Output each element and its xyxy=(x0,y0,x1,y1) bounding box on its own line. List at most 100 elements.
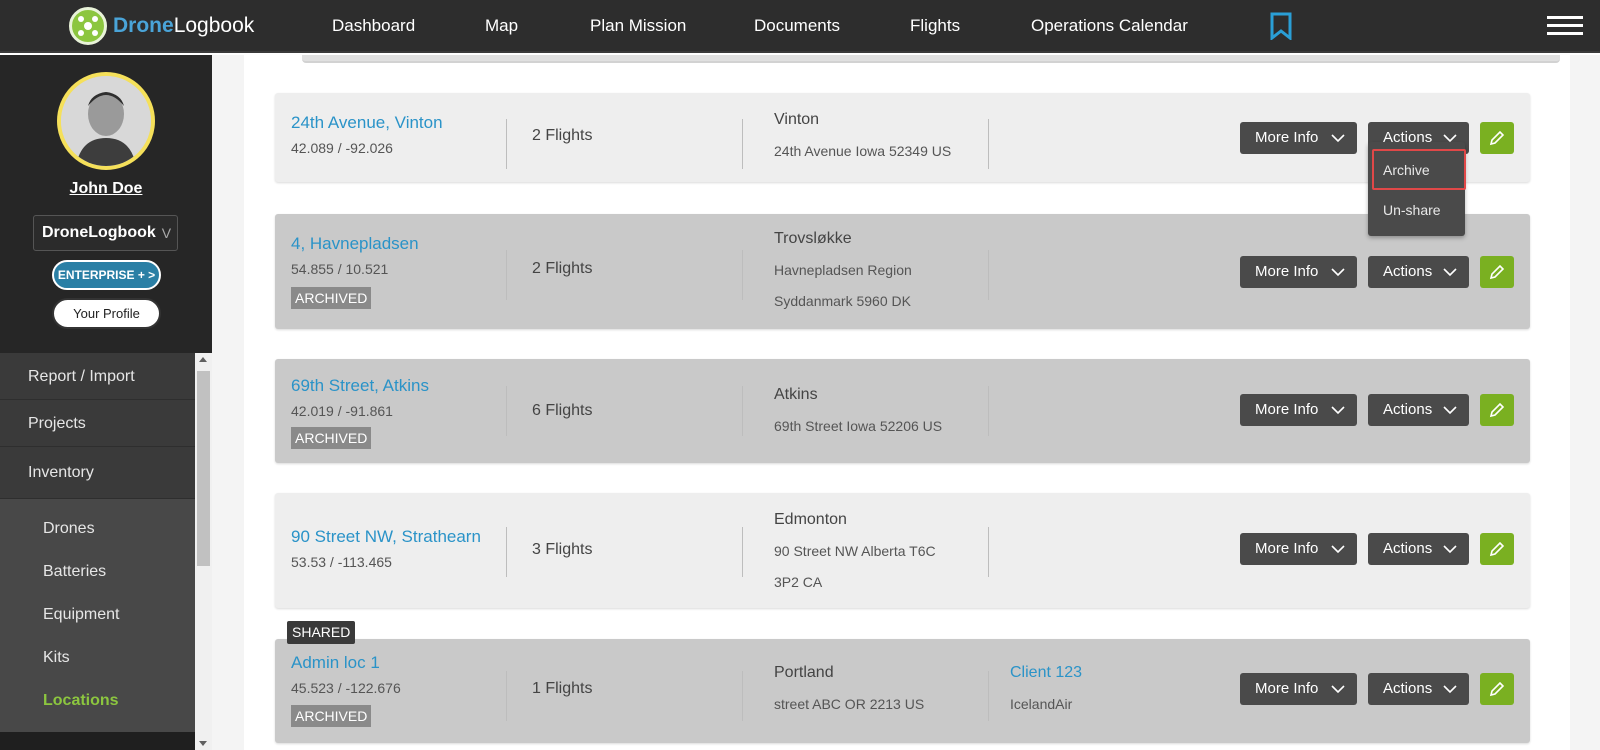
edit-location-button[interactable] xyxy=(1480,673,1514,705)
divider xyxy=(988,119,989,169)
sidebar-item-projects[interactable]: Projects xyxy=(0,400,195,447)
flight-count: 2 Flights xyxy=(532,127,593,144)
pencil-icon xyxy=(1489,541,1505,557)
location-coords: 42.019 / -91.861 xyxy=(291,403,393,419)
location-coords: 42.089 / -92.026 xyxy=(291,140,393,156)
pencil-icon xyxy=(1489,681,1505,697)
org-select-value: DroneLogbook xyxy=(42,224,156,241)
sidebar-item-inventory[interactable]: Inventory xyxy=(0,447,195,499)
location-address: 24th Avenue Iowa 52349 US xyxy=(774,143,952,159)
archived-badge: ARCHIVED xyxy=(291,427,372,449)
sidebar-item-kits[interactable]: Kits xyxy=(0,636,195,679)
location-city: Portland xyxy=(774,664,834,681)
nav-documents[interactable]: Documents xyxy=(754,16,840,36)
sidebar-item-locations[interactable]: Locations xyxy=(0,679,195,722)
location-coords: 53.53 / -113.465 xyxy=(291,554,392,570)
sidebar-menu: Report / Import Projects Inventory Drone… xyxy=(0,353,195,732)
actions-label: Actions xyxy=(1383,401,1433,418)
your-profile-button[interactable]: Your Profile xyxy=(52,298,161,329)
location-name-link[interactable]: 69th Street, Atkins xyxy=(291,376,429,396)
flight-count: 2 Flights xyxy=(532,260,593,277)
location-name-link[interactable]: Admin loc 1 xyxy=(291,653,380,673)
actions-button[interactable]: Actions xyxy=(1368,533,1469,565)
nav-map[interactable]: Map xyxy=(485,16,518,36)
chevron-down-icon xyxy=(1331,406,1345,415)
edit-location-button[interactable] xyxy=(1480,394,1514,426)
archived-badge: ARCHIVED xyxy=(291,287,372,309)
pencil-icon xyxy=(1489,402,1505,418)
nav-dashboard[interactable]: Dashboard xyxy=(332,16,415,36)
divider xyxy=(742,250,743,300)
nav-operations-calendar[interactable]: Operations Calendar xyxy=(1031,16,1188,36)
user-name-link[interactable]: John Doe xyxy=(0,180,212,198)
more-info-button[interactable]: More Info xyxy=(1240,533,1357,565)
divider xyxy=(988,250,989,300)
chevron-down-icon xyxy=(1443,406,1457,415)
sidebar: John Doe DroneLogbook V ENTERPRISE + > Y… xyxy=(0,55,212,750)
sidebar-scrollbar[interactable] xyxy=(195,353,212,750)
actions-button[interactable]: Actions xyxy=(1368,673,1469,705)
app-logo[interactable]: DroneLogbook xyxy=(69,6,254,46)
location-city: Vinton xyxy=(774,111,820,128)
brand-name: DroneLogbook xyxy=(113,14,255,37)
sidebar-item-report-import[interactable]: Report / Import xyxy=(0,353,195,400)
scrollbar-thumb[interactable] xyxy=(197,371,210,566)
chevron-down-icon xyxy=(1331,685,1345,694)
bookmark-icon[interactable] xyxy=(1270,12,1292,45)
flight-count: 1 Flights xyxy=(532,680,593,697)
divider xyxy=(506,250,507,300)
actions-button[interactable]: Actions xyxy=(1368,256,1469,288)
edit-location-button[interactable] xyxy=(1480,256,1514,288)
actions-label: Actions xyxy=(1383,263,1433,280)
location-address: 69th Street Iowa 52206 US xyxy=(774,418,943,434)
avatar[interactable] xyxy=(57,72,155,170)
archive-highlight-box xyxy=(1372,149,1466,190)
divider xyxy=(988,671,989,721)
divider xyxy=(742,119,743,169)
divider xyxy=(506,386,507,436)
client-company: IcelandAir xyxy=(1010,696,1073,712)
more-info-label: More Info xyxy=(1255,263,1319,280)
more-info-button[interactable]: More Info xyxy=(1240,673,1357,705)
more-info-label: More Info xyxy=(1255,129,1319,146)
divider xyxy=(506,119,507,169)
menu-item-unshare[interactable]: Un-share xyxy=(1383,202,1441,218)
sidebar-item-equipment[interactable]: Equipment xyxy=(0,593,195,636)
divider xyxy=(988,386,989,436)
scroll-up-icon[interactable] xyxy=(199,357,207,362)
previous-card-edge xyxy=(302,55,1560,63)
edit-location-button[interactable] xyxy=(1480,122,1514,154)
hamburger-menu-icon[interactable] xyxy=(1547,16,1583,40)
top-navbar: DroneLogbook Dashboard Map Plan Mission … xyxy=(0,0,1600,53)
nav-flights[interactable]: Flights xyxy=(910,16,960,36)
sidebar-item-drones[interactable]: Drones xyxy=(0,507,195,550)
shared-badge: SHARED xyxy=(287,621,356,644)
actions-button[interactable]: Actions xyxy=(1368,394,1469,426)
location-address: 3P2 CA xyxy=(774,574,823,590)
page-scrollbar[interactable] xyxy=(1586,55,1600,750)
org-select[interactable]: DroneLogbook V xyxy=(33,215,178,251)
more-info-label: More Info xyxy=(1255,540,1319,557)
location-name-link[interactable]: 4, Havnepladsen xyxy=(291,234,419,254)
more-info-button[interactable]: More Info xyxy=(1240,394,1357,426)
edit-location-button[interactable] xyxy=(1480,533,1514,565)
sidebar-item-batteries[interactable]: Batteries xyxy=(0,550,195,593)
enterprise-button[interactable]: ENTERPRISE + > xyxy=(52,260,161,290)
location-name-link[interactable]: 24th Avenue, Vinton xyxy=(291,113,443,133)
inventory-submenu: Drones Batteries Equipment Kits Location… xyxy=(0,499,195,732)
location-address: Syddanmark 5960 DK xyxy=(774,293,911,309)
location-coords: 54.855 / 10.521 xyxy=(291,261,389,277)
divider xyxy=(506,527,507,577)
location-name-link[interactable]: 90 Street NW, Strathearn xyxy=(291,527,481,547)
scroll-down-icon[interactable] xyxy=(199,741,207,746)
location-address: Havnepladsen Region xyxy=(774,262,912,278)
more-info-button[interactable]: More Info xyxy=(1240,122,1357,154)
location-address: 90 Street NW Alberta T6C xyxy=(774,543,936,559)
client-link[interactable]: Client 123 xyxy=(1010,664,1082,682)
divider xyxy=(742,527,743,577)
pencil-icon xyxy=(1489,130,1505,146)
more-info-button[interactable]: More Info xyxy=(1240,256,1357,288)
archived-badge: ARCHIVED xyxy=(291,705,372,727)
flight-count: 3 Flights xyxy=(532,541,593,558)
nav-plan-mission[interactable]: Plan Mission xyxy=(590,16,686,36)
